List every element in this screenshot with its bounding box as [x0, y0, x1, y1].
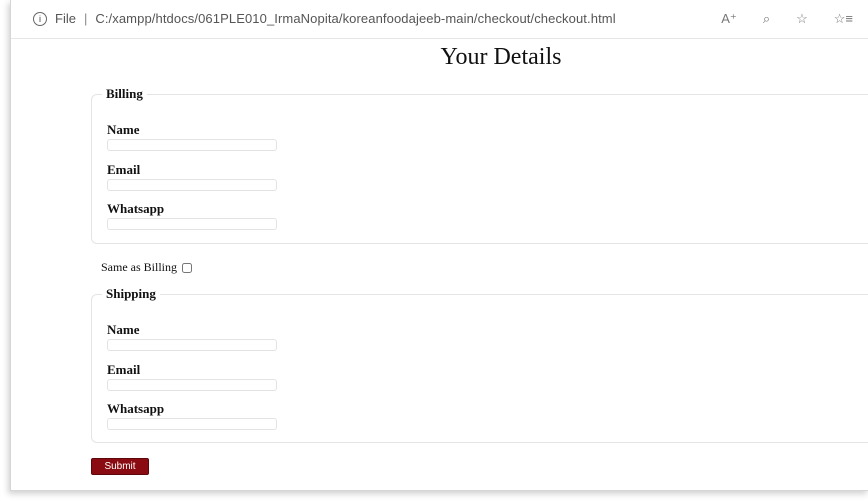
favorite-icon[interactable]: ☆ [796, 11, 808, 27]
shipping-email-label: Email [107, 362, 141, 377]
address-row: i File | C:/xampp/htdocs/061PLE010_IrmaN… [33, 11, 616, 26]
shipping-whatsapp-input[interactable] [107, 418, 277, 430]
shipping-fieldset: Shipping Name Email Whatsapp [91, 286, 868, 443]
billing-name-label: Name [107, 122, 140, 137]
same-as-billing-row: Same as Billing [101, 260, 192, 275]
page-title: Your Details [440, 44, 562, 70]
url-text[interactable]: C:/xampp/htdocs/061PLE010_IrmaNopita/kor… [95, 11, 615, 26]
shipping-name-label: Name [107, 322, 140, 337]
zoom-icon[interactable]: ⌕ [763, 11, 770, 27]
browser-tools: A⁺ ⌕ ☆ ☆≡ [721, 11, 853, 27]
shipping-email-input[interactable] [107, 379, 277, 391]
address-bar[interactable]: i File | C:/xampp/htdocs/061PLE010_IrmaN… [11, 0, 868, 39]
same-as-billing-label: Same as Billing [101, 260, 177, 274]
shipping-whatsapp-label: Whatsapp [107, 401, 165, 416]
billing-whatsapp-label: Whatsapp [107, 201, 165, 216]
favorites-list-icon[interactable]: ☆≡ [834, 11, 853, 27]
shipping-legend: Shipping [106, 286, 156, 301]
info-icon[interactable]: i [33, 11, 47, 26]
billing-name-input[interactable] [107, 139, 277, 151]
same-as-billing-checkbox[interactable] [182, 262, 192, 273]
billing-fieldset: Billing Name Email Whatsapp [91, 86, 868, 244]
billing-legend: Billing [106, 86, 143, 101]
scheme-label: File [55, 11, 76, 26]
address-separator: | [83, 11, 88, 26]
browser-window: i File | C:/xampp/htdocs/061PLE010_IrmaN… [10, 0, 868, 491]
read-aloud-icon[interactable]: A⁺ [721, 11, 737, 27]
shipping-name-input[interactable] [107, 339, 277, 351]
submit-button[interactable]: Submit [91, 458, 149, 475]
billing-email-label: Email [107, 162, 141, 177]
billing-email-input[interactable] [107, 179, 277, 191]
billing-whatsapp-input[interactable] [107, 218, 277, 230]
